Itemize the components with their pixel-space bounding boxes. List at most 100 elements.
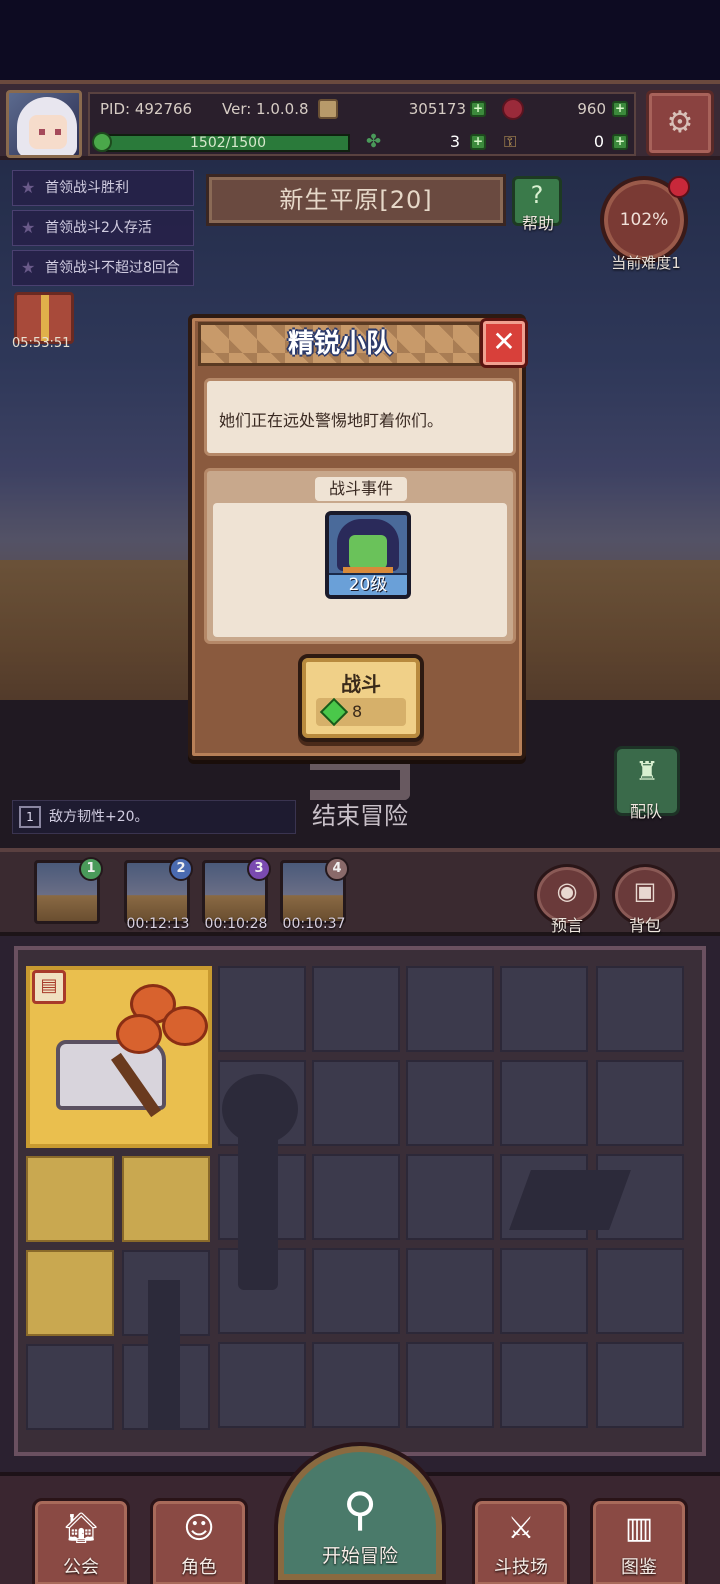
avatar-eye — [55, 129, 61, 135]
dialog-header: 精锐小队 — [198, 322, 482, 366]
queue-timer: 00:10:28 — [204, 916, 268, 932]
buff-log: 1 敌方韧性+20。 — [12, 800, 296, 834]
nav-codex-label: 图鉴 — [621, 1557, 657, 1578]
objective-text: 首领战斗胜利 — [45, 180, 129, 196]
star-icon: ★ — [21, 218, 36, 237]
map-tile[interactable] — [406, 966, 494, 1052]
map-tile[interactable] — [312, 1248, 400, 1334]
map-tile[interactable] — [500, 1060, 588, 1146]
backpack-label: 背包 — [628, 916, 661, 935]
battle-event-panel: 战斗事件 20级 — [204, 468, 516, 644]
autumn-foliage — [116, 1014, 162, 1054]
crystal-ball-icon: ◉ — [556, 877, 578, 905]
map-tile[interactable] — [26, 1156, 114, 1242]
prophecy-label: 预言 — [550, 916, 583, 935]
add-gold-button[interactable]: + — [470, 101, 486, 117]
stamina-gem-icon — [319, 697, 349, 727]
enemy-face — [349, 535, 387, 569]
queue-badge: 2 — [169, 857, 193, 881]
map-tile[interactable] — [596, 1342, 684, 1428]
magnifier-icon: ⚲ — [343, 1482, 377, 1536]
map-tile[interactable] — [26, 1344, 114, 1430]
map-tile[interactable] — [596, 966, 684, 1052]
add-keys-button[interactable]: + — [612, 134, 628, 150]
map-tile[interactable] — [596, 1060, 684, 1146]
nav-guild-label: 公会 — [63, 1557, 99, 1578]
objective-item: ★ 首领战斗胜利 — [12, 170, 194, 206]
queue-slot[interactable]: 4 — [280, 857, 349, 924]
nav-arena[interactable]: ⚔ 斗技场 — [472, 1498, 570, 1584]
difficulty-label: 当前难度1 — [611, 254, 681, 272]
queue-slot[interactable]: 2 — [124, 857, 193, 924]
map-tile[interactable] — [406, 1248, 494, 1334]
map-tile[interactable] — [406, 1154, 494, 1240]
settings-button[interactable]: ⚙ — [646, 90, 714, 156]
help-label: 帮助 — [521, 214, 554, 233]
map-tile[interactable] — [312, 1060, 400, 1146]
map-tile[interactable] — [218, 1342, 306, 1428]
avatar-eye — [39, 129, 45, 135]
difficulty-percent: 102% — [619, 210, 669, 230]
map-tile[interactable] — [312, 1342, 400, 1428]
queue-slot[interactable]: 3 — [202, 857, 271, 924]
clover-icon: ✤ — [366, 131, 382, 152]
map-tile[interactable] — [500, 1342, 588, 1428]
map-tile[interactable] — [596, 1248, 684, 1334]
tile-marker-icon: ▤ — [32, 970, 66, 1004]
notification-dot — [668, 176, 690, 198]
guild-hall-icon: 🏠︎ — [61, 1511, 101, 1546]
book-icon: ▥ — [624, 1511, 654, 1546]
queue-timer: 00:12:13 — [126, 916, 190, 932]
map-tile[interactable] — [218, 966, 306, 1052]
stamina-bar: 1502/1500 — [106, 134, 350, 152]
map-tile[interactable] — [406, 1342, 494, 1428]
queue-badge: 4 — [325, 857, 349, 881]
objective-text: 首领战斗不超过8回合 — [45, 260, 180, 276]
ruby-icon — [502, 98, 524, 120]
map-tile[interactable] — [500, 1248, 588, 1334]
add-gems-button[interactable]: + — [612, 101, 628, 117]
clover-amount: 3 — [449, 132, 460, 151]
top-hud: PID: 492766 Ver: 1.0.0.8 305173 + 960 + … — [0, 80, 720, 160]
enemy-portrait[interactable]: 20级 — [325, 511, 411, 599]
buff-text: 敌方韧性+20。 — [49, 809, 149, 825]
add-clover-button[interactable]: + — [470, 134, 486, 150]
autumn-foliage — [162, 1006, 208, 1046]
star-icon: ★ — [21, 178, 36, 197]
end-adventure-button[interactable]: 结束冒险 — [300, 760, 420, 830]
adventure-queue: 1 2 00:12:13 3 00:10:28 4 00:10:37 ◉ 预言 … — [0, 848, 720, 936]
fight-cost-amount: 8 — [352, 702, 363, 721]
status-bar — [0, 0, 720, 80]
player-avatar[interactable] — [6, 90, 82, 158]
nav-start-label: 开始冒险 — [321, 1545, 398, 1567]
objective-text: 首领战斗2人存活 — [45, 220, 152, 236]
objective-list: ★ 首领战斗胜利 ★ 首领战斗2人存活 ★ 首领战斗不超过8回合 — [12, 170, 194, 290]
gold-amount: 305173 — [408, 100, 466, 118]
gift-timer: 05:53:51 — [12, 336, 71, 351]
queue-slot[interactable]: 1 — [34, 857, 103, 924]
nav-guild[interactable]: 🏠︎ 公会 — [32, 1498, 130, 1584]
dialog-title: 精锐小队 — [287, 329, 392, 359]
player-id: PID: 492766 — [100, 100, 193, 118]
objective-item: ★ 首领战斗不超过8回合 — [12, 250, 194, 286]
map-tile[interactable] — [26, 1250, 114, 1336]
nav-character[interactable]: ☺ 角色 — [150, 1498, 248, 1584]
coin-icon — [318, 99, 338, 119]
fight-label: 战斗 — [341, 672, 381, 696]
fight-button[interactable]: 战斗 8 — [298, 654, 424, 742]
map-tile[interactable] — [406, 1060, 494, 1146]
stage-title: 新生平原[20] — [206, 174, 506, 226]
event-title: 战斗事件 — [315, 477, 407, 501]
star-icon: ★ — [21, 258, 36, 277]
map-tile[interactable] — [312, 1154, 400, 1240]
close-button[interactable]: ✕ — [480, 318, 528, 368]
crossed-swords-icon: ⚔ — [507, 1511, 535, 1546]
map-tile[interactable] — [500, 966, 588, 1052]
formation-label: 配队 — [629, 802, 662, 821]
map-tile[interactable] — [312, 966, 400, 1052]
gem-amount: 960 — [577, 100, 606, 118]
map-tile[interactable] — [122, 1156, 210, 1242]
close-icon: ✕ — [492, 325, 516, 358]
nav-codex[interactable]: ▥ 图鉴 — [590, 1498, 688, 1584]
return-arrow-icon — [310, 760, 410, 800]
